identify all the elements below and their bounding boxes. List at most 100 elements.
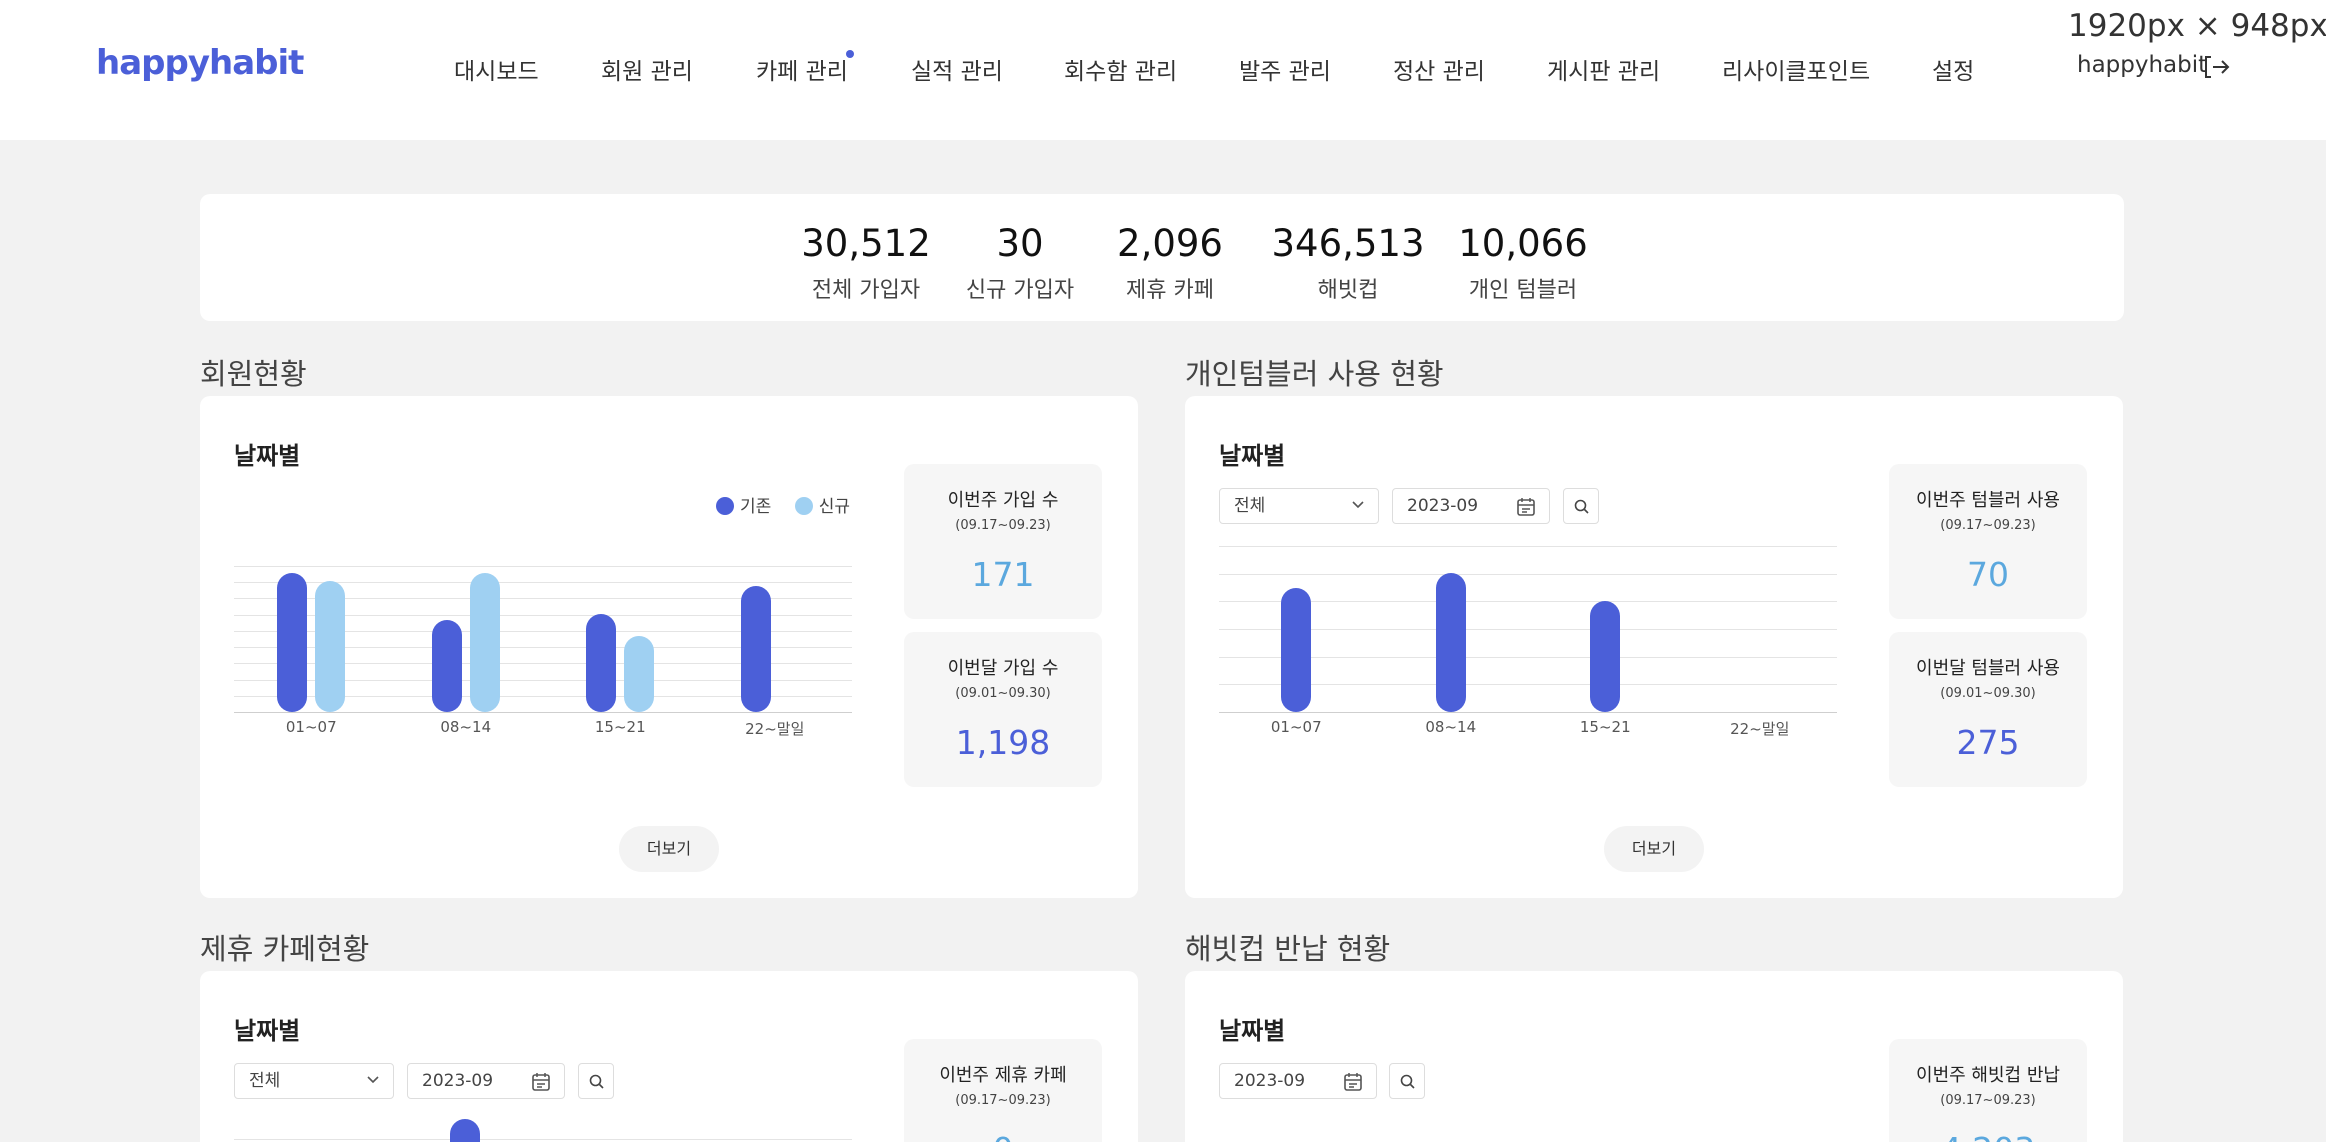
select-value: 전체 [249, 1071, 281, 1091]
nav-item-collection-box[interactable]: 회수함 관리 [1064, 52, 1177, 86]
tumbler-card: 날짜별 전체 2023-09 01~07 08~14 15~21 22~말일 이번주 … [1185, 396, 2123, 898]
stat-label: 개인 텀블러 [1468, 278, 1578, 303]
chart-gridline [1219, 573, 1837, 575]
legend-label-new: 신규 [818, 497, 850, 517]
chevron-down-icon [1352, 501, 1364, 509]
header: happyhabit 대시보드 회원 관리 카페 관리 실적 관리 회수함 관리… [0, 0, 2326, 140]
chart-gridline [234, 566, 852, 567]
box-range: (09.17~09.23) [955, 518, 1051, 533]
chevron-down-icon [367, 1076, 379, 1084]
chart-bar [1590, 600, 1621, 712]
select-value: 전체 [1234, 496, 1266, 516]
chart-bar [431, 620, 462, 712]
nav-item-members[interactable]: 회원 관리 [601, 52, 693, 86]
logout-icon[interactable] [2202, 52, 2232, 82]
stat-personal-tumblers: 10,066 개인 텀블러 [1423, 224, 1623, 304]
calendar-icon [1517, 498, 1535, 516]
weekly-tumbler-box: 이번주 텀블러 사용 (09.17~09.23) 70 [1889, 464, 2087, 619]
box-value: 1,198 [955, 723, 1051, 762]
month-picker[interactable]: 2023-09 [1392, 488, 1550, 524]
stat-value: 346,513 [1271, 222, 1425, 265]
search-button[interactable] [578, 1063, 614, 1099]
nav-item-settlement[interactable]: 정산 관리 [1393, 52, 1485, 86]
stat-partner-cafes: 2,096 제휴 카페 [1070, 224, 1270, 304]
stat-value: 10,066 [1458, 222, 1588, 265]
section-title-cafe: 제휴 카페현황 [200, 932, 370, 966]
weekly-habitcup-box: 이번주 해빗컵 반납 (09.17~09.23) 4,203 [1889, 1039, 2087, 1142]
chart-bar [586, 614, 617, 712]
user-name: happyhabit [2077, 52, 2208, 78]
chart-gridline [1219, 601, 1837, 603]
chart-x-tick-label: 22~말일 [745, 720, 805, 738]
date-value: 2023-09 [1234, 1071, 1306, 1091]
summary-stats: 30,512 전체 가입자 30 신규 가입자 2,096 제휴 카페 346,… [200, 194, 2124, 321]
nav-item-dashboard[interactable]: 대시보드 [454, 52, 539, 86]
box-range: (09.01~09.30) [1940, 686, 2036, 701]
search-icon [1574, 499, 1589, 514]
chart-x-tick-label: 01~07 [1270, 718, 1322, 736]
box-title: 이번달 가입 수 [947, 658, 1059, 679]
members-bar-chart: 01~07 08~14 15~21 22~말일 [234, 556, 852, 738]
stat-label: 제휴 카페 [1126, 278, 1214, 303]
weekly-signups-box: 이번주 가입 수 (09.17~09.23) 171 [904, 464, 1102, 619]
stat-label: 해빗컵 [1317, 278, 1379, 303]
calendar-icon [1344, 1073, 1362, 1091]
box-value: 4,203 [1889, 1130, 2087, 1142]
stat-habit-cups: 346,513 해빗컵 [1248, 224, 1448, 304]
box-title: 이번주 텀블러 사용 [1916, 490, 2060, 511]
stat-value: 2,096 [1117, 222, 1223, 265]
month-picker[interactable]: 2023-09 [1219, 1063, 1377, 1099]
search-button[interactable] [1563, 488, 1599, 524]
box-range: (09.17~09.23) [1940, 518, 2036, 533]
chart-gridline [234, 1139, 852, 1140]
chart-gridline [1219, 712, 1837, 713]
notification-dot [845, 50, 854, 58]
month-picker[interactable]: 2023-09 [407, 1063, 565, 1099]
nav-item-settings[interactable]: 설정 [1932, 52, 1974, 86]
chart-bar [1281, 587, 1312, 712]
card-title: 날짜별 [234, 442, 301, 470]
weekly-cafe-box: 이번주 제휴 카페 (09.17~09.23) 0 [904, 1039, 1102, 1142]
date-value: 2023-09 [1407, 496, 1479, 516]
monthly-signups-box: 이번달 가입 수 (09.01~09.30) 1,198 [904, 632, 1102, 787]
chart-bar [1435, 572, 1466, 712]
tumbler-bar-chart: 01~07 08~14 15~21 22~말일 [1219, 546, 1837, 738]
chart-x-tick-label: 15~21 [594, 718, 646, 736]
box-title: 이번주 제휴 카페 [939, 1065, 1067, 1086]
card-title: 날짜별 [1219, 442, 1286, 470]
nav-item-performance[interactable]: 실적 관리 [911, 52, 1003, 86]
box-title: 이번주 가입 수 [947, 490, 1059, 511]
box-range: (09.17~09.23) [955, 1093, 1051, 1108]
chart-gridline [1219, 656, 1837, 658]
section-title-tumbler: 개인텀블러 사용 현황 [1185, 357, 1444, 391]
chart-legend: 기존 신규 [716, 492, 850, 517]
nav-item-board[interactable]: 게시판 관리 [1547, 52, 1660, 86]
nav-item-orders[interactable]: 발주 관리 [1239, 52, 1331, 86]
more-button[interactable]: 더보기 [619, 826, 719, 872]
section-title-members: 회원현황 [200, 357, 307, 391]
box-value: 0 [904, 1130, 1102, 1142]
legend-dot-new [794, 497, 813, 515]
box-title: 이번주 해빗컵 반납 [1916, 1065, 2060, 1086]
chart-x-tick-label: 22~말일 [1730, 720, 1790, 738]
date-value: 2023-09 [422, 1071, 494, 1091]
box-value: 275 [1956, 723, 2020, 762]
section-title-habitcup: 해빗컵 반납 현황 [1185, 932, 1391, 966]
calendar-icon [532, 1073, 550, 1091]
type-select[interactable]: 전체 [234, 1063, 394, 1099]
chart-bar [624, 636, 655, 712]
nav-item-recycle-point[interactable]: 리사이클포인트 [1722, 52, 1870, 86]
card-title: 날짜별 [1219, 1017, 1286, 1045]
type-select[interactable]: 전체 [1219, 488, 1379, 524]
box-range: (09.01~09.30) [955, 686, 1051, 701]
chart-x-tick-label: 08~14 [1425, 718, 1477, 736]
members-card: 날짜별 기존 신규 01~07 08~14 15~21 22~말일 이번주 가입 수 … [200, 396, 1138, 898]
box-range: (09.17~09.23) [1940, 1093, 2036, 1108]
search-icon [1400, 1074, 1415, 1089]
main-nav: 대시보드 회원 관리 카페 관리 실적 관리 회수함 관리 발주 관리 정산 관… [0, 50, 2326, 86]
nav-item-cafe-label: 카페 관리 [756, 59, 848, 85]
chart-x-tick-label: 15~21 [1579, 718, 1631, 736]
more-button[interactable]: 더보기 [1604, 826, 1704, 872]
search-button[interactable] [1389, 1063, 1425, 1099]
nav-item-cafe[interactable]: 카페 관리 [756, 50, 854, 86]
